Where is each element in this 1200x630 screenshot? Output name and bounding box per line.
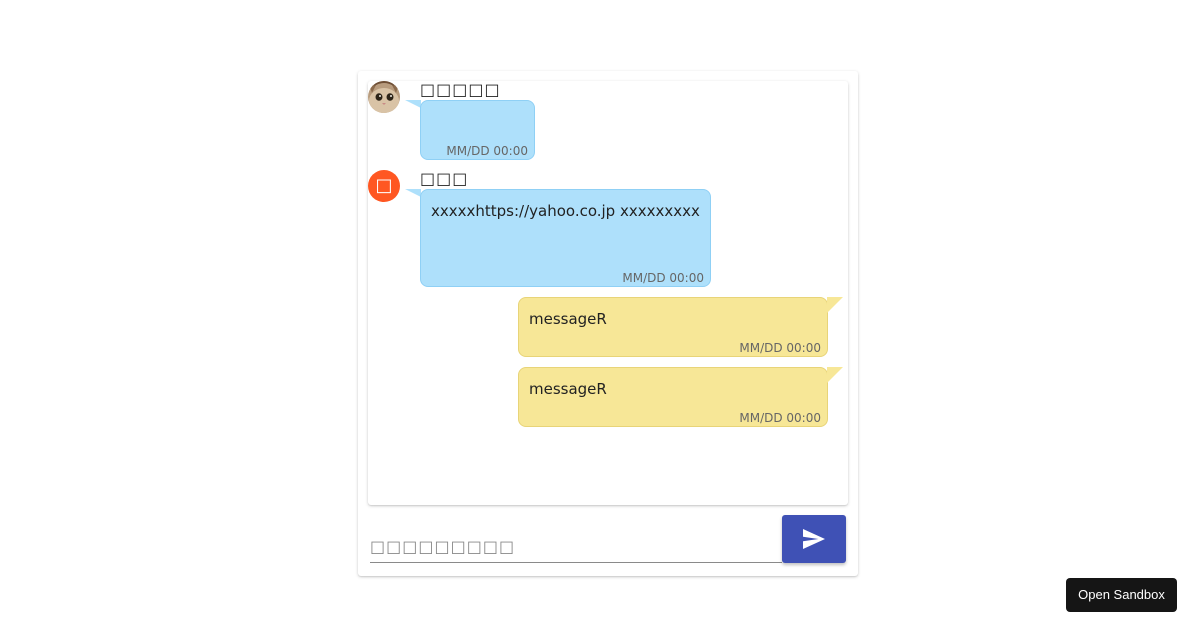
message-bubble-right: messageR MM/DD 00:00 [518, 297, 828, 357]
message-bubble-left: MM/DD 00:00 [420, 100, 535, 160]
letter-avatar: □ [368, 170, 400, 202]
message-text: messageR [529, 380, 607, 398]
message-timestamp: MM/DD 00:00 [446, 144, 528, 158]
message-input-wrapper [370, 532, 782, 563]
message-text: messageR [529, 310, 607, 328]
open-sandbox-button[interactable]: Open Sandbox [1066, 578, 1177, 612]
bubble-tail [827, 367, 843, 383]
message-timestamp: MM/DD 00:00 [739, 411, 821, 425]
message-bubble-left: xxxxxhttps://yahoo.co.jp xxxxxxxxx MM/DD… [420, 189, 711, 287]
bubble-tail [405, 100, 421, 108]
message-bubble-right: messageR MM/DD 00:00 [518, 367, 828, 427]
message-timestamp: MM/DD 00:00 [622, 271, 704, 285]
message-author-name: □□□□□ [420, 80, 501, 99]
message-timestamp: MM/DD 00:00 [739, 341, 821, 355]
bubble-tail [405, 189, 421, 197]
bubble-tail [827, 297, 843, 313]
send-button[interactable] [782, 515, 846, 563]
message-input[interactable] [370, 532, 782, 560]
send-icon [803, 529, 825, 549]
cat-photo-avatar [368, 81, 400, 113]
message-author-name: □□□ [420, 169, 469, 188]
message-text: xxxxxhttps://yahoo.co.jp xxxxxxxxx [431, 202, 700, 220]
